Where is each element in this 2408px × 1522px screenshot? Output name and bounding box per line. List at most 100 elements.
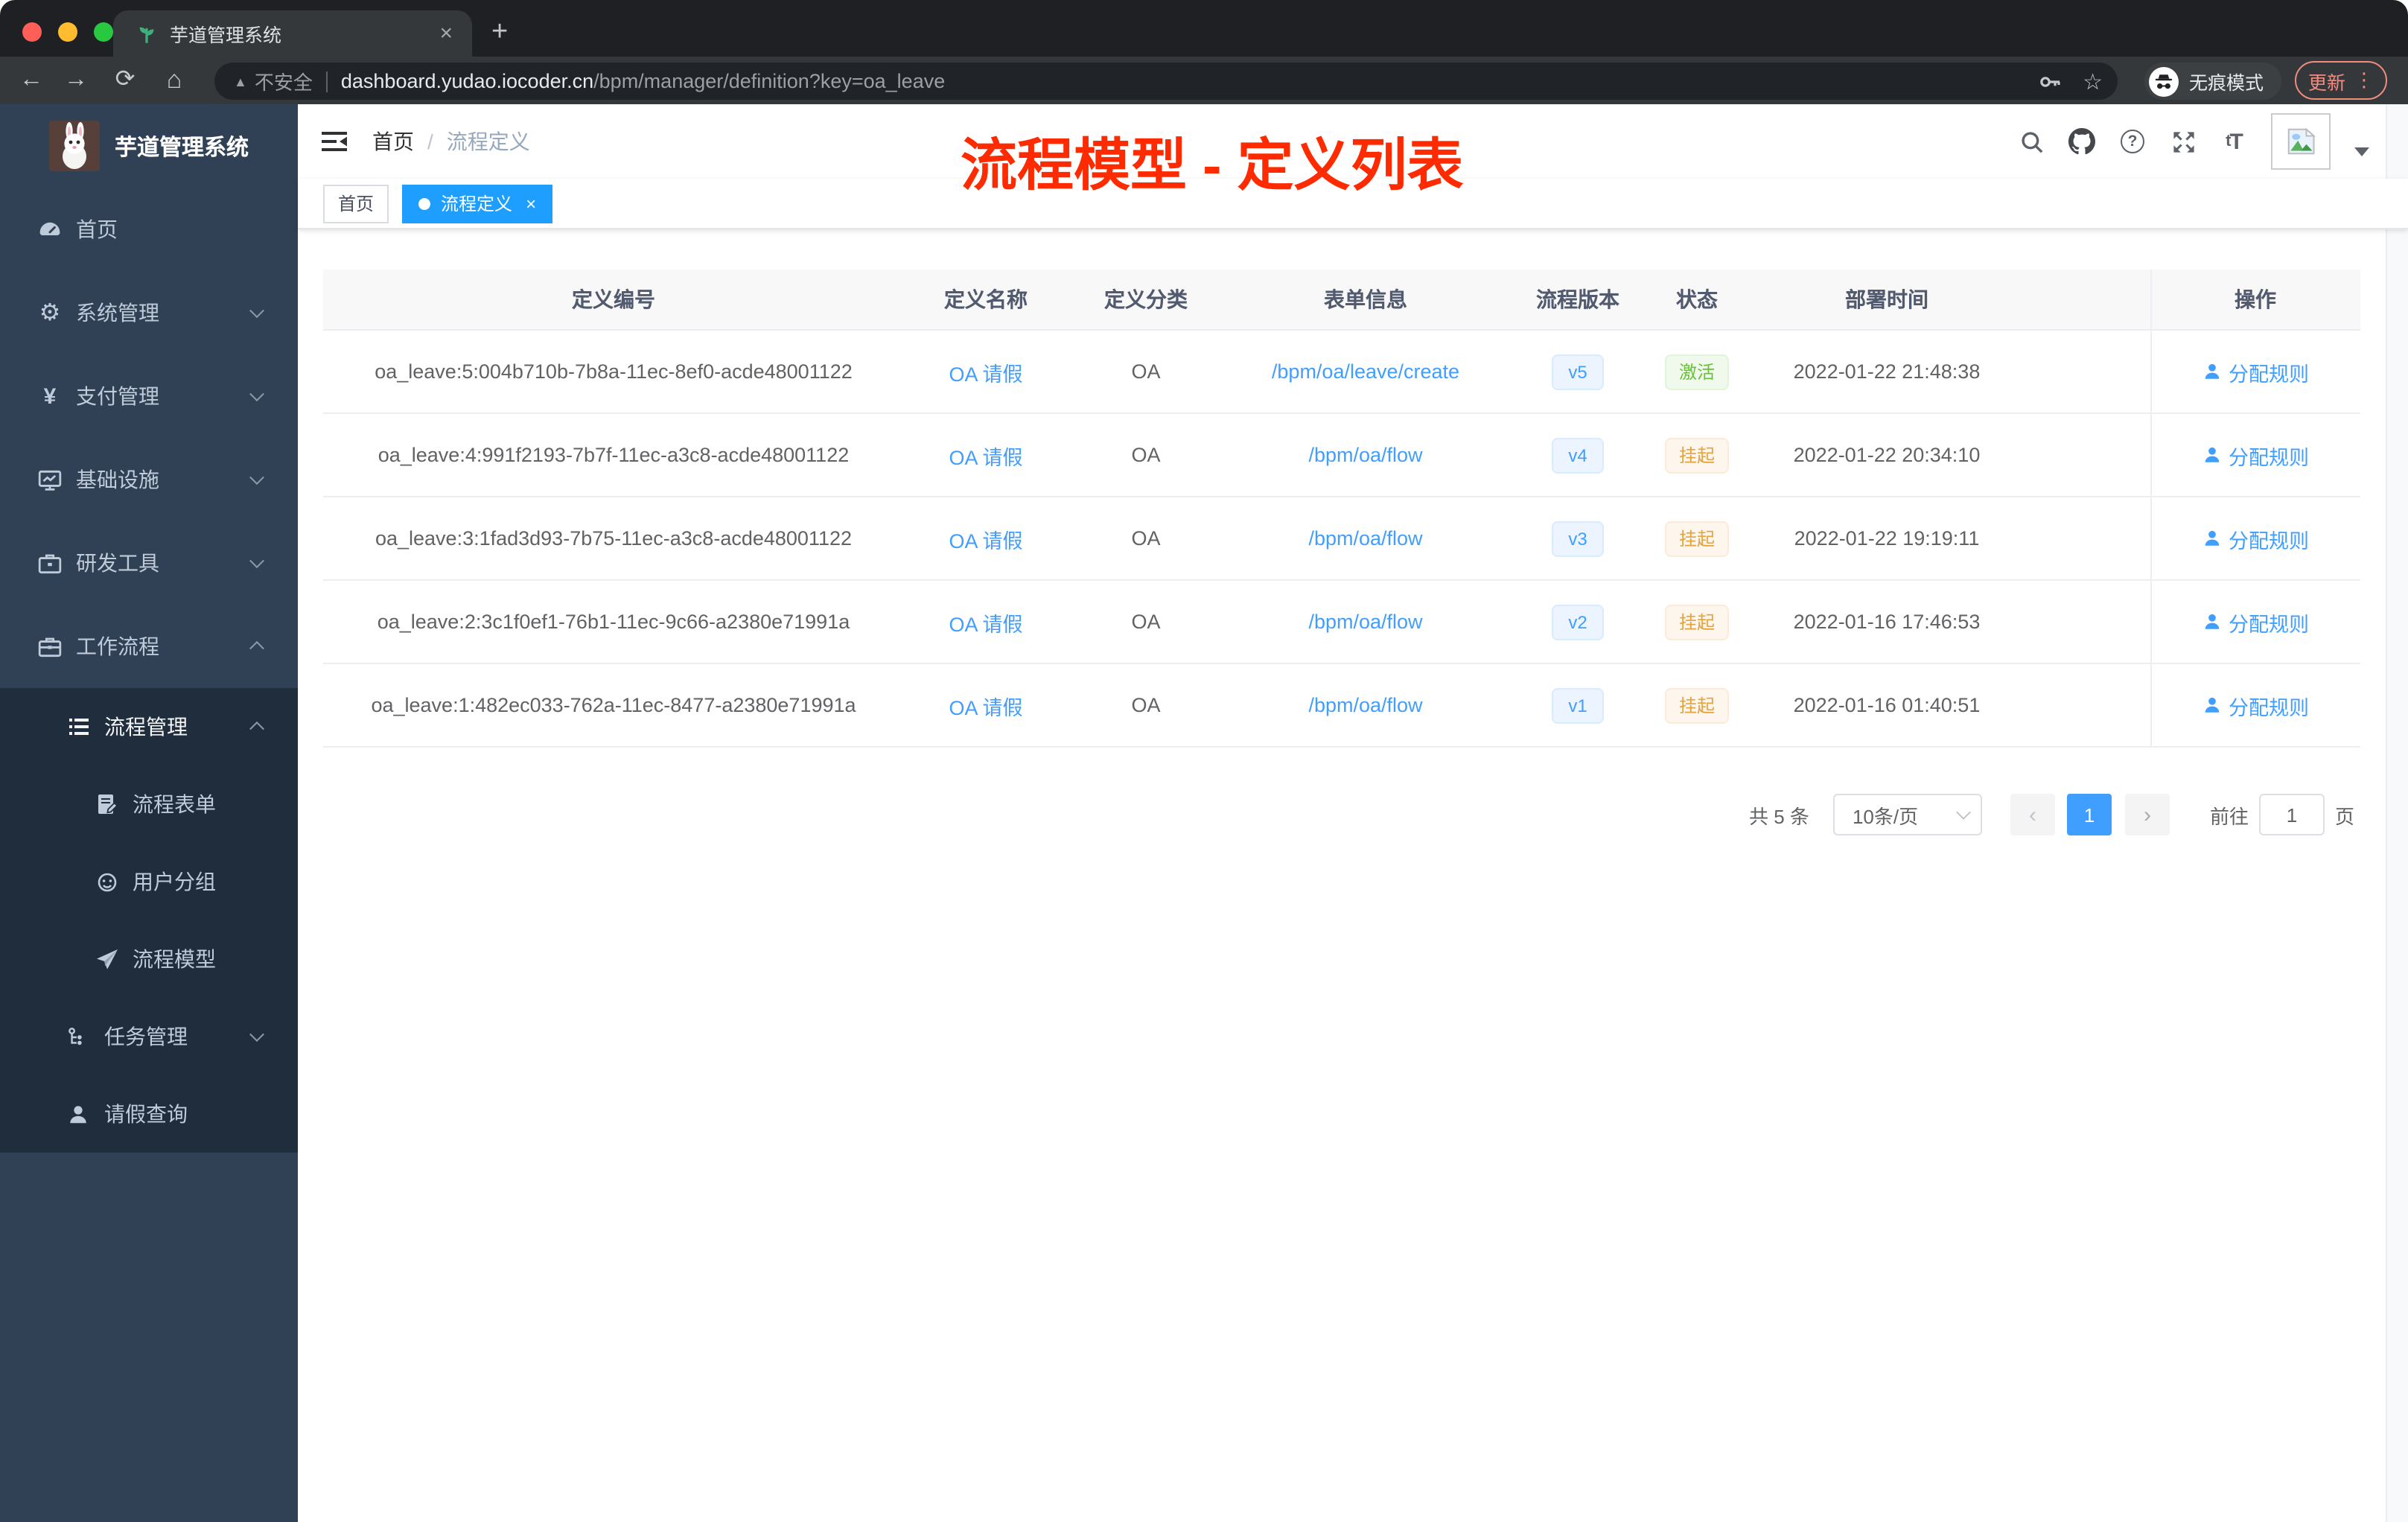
bookmark-star-icon[interactable]: ☆ — [2083, 68, 2103, 95]
person-icon — [66, 1101, 91, 1127]
sidebar-fold-icon[interactable] — [322, 130, 347, 153]
favicon-sprout-icon — [136, 22, 158, 45]
github-icon[interactable] — [2068, 128, 2095, 155]
definition-category: OA — [1131, 360, 1161, 383]
sidebar-item-payment[interactable]: ¥ 支付管理 — [0, 354, 298, 438]
definition-name-link[interactable]: OA 请假 — [949, 690, 1022, 720]
user-group-icon — [94, 869, 119, 894]
definition-name-link[interactable]: OA 请假 — [949, 357, 1022, 386]
definition-name-link[interactable]: OA 请假 — [949, 607, 1022, 637]
sidebar-item-infrastructure[interactable]: 基础设施 — [0, 438, 298, 521]
tab-close-icon[interactable]: × — [435, 22, 457, 45]
workflow-submenu: 流程管理 流程表单 用户分组 流程模型 任务管理 请假查询 — [0, 688, 298, 1153]
column-header: 部署时间 — [1845, 287, 1928, 311]
version-badge: v3 — [1552, 520, 1604, 556]
new-tab-button[interactable]: + — [491, 12, 508, 54]
definition-category: OA — [1131, 527, 1161, 550]
browser-scrollbar[interactable] — [2386, 104, 2408, 1522]
column-header: 定义编号 — [572, 287, 655, 311]
zoom-window-button[interactable] — [94, 22, 113, 42]
assign-rule-link[interactable]: 分配规则 — [2202, 690, 2309, 720]
sidebar-item-devtools[interactable]: 研发工具 — [0, 521, 298, 605]
form-link[interactable]: /bpm/oa/flow — [1308, 527, 1422, 550]
browser-tab[interactable]: 芋道管理系统 × — [113, 10, 472, 57]
table-row: oa_leave:2:3c1f0ef1-76b1-11ec-9c66-a2380… — [323, 581, 2360, 664]
help-icon[interactable]: ? — [2119, 128, 2146, 155]
key-icon[interactable] — [2038, 69, 2062, 93]
sidebar-item-task-management[interactable]: 任务管理 — [0, 998, 298, 1075]
definition-name-link[interactable]: OA 请假 — [949, 523, 1022, 553]
avatar-broken-image[interactable] — [2271, 113, 2331, 170]
sidebar-item-process-model[interactable]: 流程模型 — [0, 920, 298, 998]
definition-name-link[interactable]: OA 请假 — [949, 440, 1022, 470]
assign-rule-link[interactable]: 分配规则 — [2202, 523, 2309, 553]
paper-plane-icon — [94, 946, 119, 972]
page-size-select[interactable]: 10条/页 — [1832, 794, 1982, 835]
page-number-button[interactable]: 1 — [2066, 794, 2112, 835]
address-bar[interactable]: ▲ 不安全 dashboard.yudao.iocoder.cn/bpm/man… — [214, 63, 2118, 100]
avatar-dropdown-caret-icon[interactable] — [2354, 147, 2369, 156]
forward-icon[interactable]: → — [61, 57, 91, 104]
form-link[interactable]: /bpm/oa/flow — [1308, 444, 1422, 466]
active-dot-icon — [418, 197, 431, 209]
prev-page-button[interactable]: ‹ — [2010, 794, 2055, 835]
update-button[interactable]: 更新 ⋮ — [2295, 61, 2387, 100]
version-badge: v2 — [1552, 604, 1604, 640]
sidebar-item-label: 流程模型 — [133, 947, 216, 971]
assign-rule-link[interactable]: 分配规则 — [2202, 357, 2309, 386]
sidebar-item-user-group[interactable]: 用户分组 — [0, 843, 298, 920]
update-label: 更新 — [2307, 72, 2345, 93]
form-link[interactable]: /bpm/oa/flow — [1308, 611, 1422, 633]
tag-process-definition[interactable]: 流程定义 × — [402, 184, 553, 223]
definition-id: oa_leave:3:1fad3d93-7b75-11ec-a3c8-acde4… — [375, 527, 852, 550]
url-separator — [325, 71, 328, 92]
table-row: oa_leave:4:991f2193-7b7f-11ec-a3c8-acde4… — [323, 414, 2360, 497]
deploy-time: 2022-01-22 21:48:38 — [1793, 360, 1981, 383]
tag-close-icon[interactable]: × — [526, 194, 536, 212]
sidebar-item-label: 首页 — [76, 217, 118, 241]
sidebar-item-label: 基础设施 — [76, 468, 159, 491]
form-link[interactable]: /bpm/oa/leave/create — [1272, 360, 1459, 383]
not-secure-label[interactable]: 不安全 — [255, 67, 313, 95]
definition-id: oa_leave:2:3c1f0ef1-76b1-11ec-9c66-a2380… — [377, 611, 850, 633]
tag-home[interactable]: 首页 — [323, 184, 389, 223]
sidebar-item-system[interactable]: ⚙ 系统管理 — [0, 271, 298, 354]
user-icon — [2204, 614, 2219, 629]
yen-icon: ¥ — [43, 383, 57, 409]
definition-category: OA — [1131, 694, 1161, 716]
chevron-down-icon — [249, 470, 264, 485]
sidebar-item-home[interactable]: 首页 — [0, 188, 298, 271]
window-controls — [22, 22, 113, 42]
fullscreen-icon[interactable] — [2170, 128, 2197, 155]
page-content: 定义编号 定义名称 定义分类 表单信息 流程版本 状态 部署时间 操作 oa_l… — [298, 229, 2408, 1522]
gear-icon: ⚙ — [39, 300, 61, 325]
back-icon[interactable]: ← — [16, 57, 46, 104]
chevron-down-icon — [1956, 804, 1971, 819]
assign-rule-link[interactable]: 分配规则 — [2202, 607, 2309, 637]
text-size-icon[interactable]: tT — [2220, 128, 2247, 155]
breadcrumb-separator: / — [427, 130, 433, 153]
close-window-button[interactable] — [22, 22, 42, 42]
sidebar-item-workflow[interactable]: 工作流程 — [0, 605, 298, 688]
goto-page-input[interactable] — [2258, 794, 2325, 835]
version-badge: v5 — [1552, 354, 1604, 389]
assign-rule-link[interactable]: 分配规则 — [2202, 440, 2309, 470]
reload-icon[interactable]: ⟳ — [110, 57, 140, 104]
browser-menu-icon[interactable]: ⋮ — [2354, 69, 2374, 92]
search-icon[interactable] — [2018, 128, 2045, 155]
breadcrumb-home[interactable]: 首页 — [372, 127, 414, 156]
next-page-button[interactable]: › — [2124, 794, 2170, 835]
deploy-time: 2022-01-22 20:34:10 — [1793, 444, 1981, 466]
tree-icon — [66, 1024, 91, 1049]
sidebar-item-process-form[interactable]: 流程表单 — [0, 765, 298, 843]
table-row: oa_leave:3:1fad3d93-7b75-11ec-a3c8-acde4… — [323, 497, 2360, 581]
tag-label: 流程定义 — [441, 194, 513, 214]
form-link[interactable]: /bpm/oa/flow — [1308, 694, 1422, 716]
home-icon[interactable]: ⌂ — [159, 57, 189, 104]
sidebar-item-process-management[interactable]: 流程管理 — [0, 688, 298, 765]
sidebar-item-label: 工作流程 — [76, 634, 159, 658]
sidebar-logo[interactable]: 芋道管理系统 — [0, 104, 298, 188]
minimize-window-button[interactable] — [58, 22, 77, 42]
form-edit-icon — [94, 792, 119, 817]
sidebar-item-leave-query[interactable]: 请假查询 — [0, 1075, 298, 1153]
